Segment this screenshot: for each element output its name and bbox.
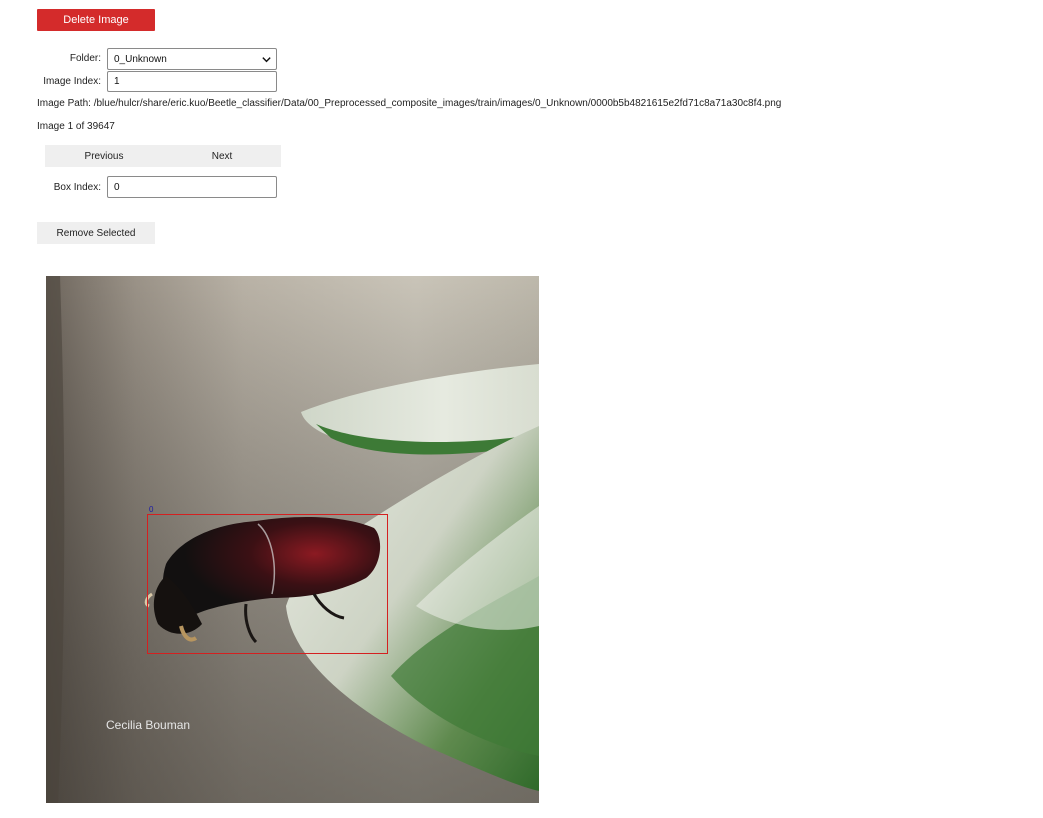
- photo-watermark: Cecilia Bouman: [106, 718, 191, 732]
- image-index-label: Image Index:: [43, 76, 101, 87]
- bounding-box[interactable]: [147, 514, 388, 654]
- image-index-input[interactable]: 1: [107, 71, 277, 92]
- previous-button[interactable]: Previous: [45, 145, 163, 167]
- navigation-bar: Previous Next: [45, 145, 281, 167]
- folder-select[interactable]: 0_Unknown: [107, 48, 277, 70]
- next-button[interactable]: Next: [163, 145, 281, 167]
- folder-select-value: 0_Unknown: [114, 53, 167, 65]
- image-path: Image Path: /blue/hulcr/share/eric.kuo/B…: [37, 98, 782, 109]
- box-index-input[interactable]: 0: [107, 176, 277, 198]
- bounding-box-label: 0: [149, 505, 154, 514]
- folder-label: Folder:: [69, 53, 101, 64]
- box-index-label: Box Index:: [53, 182, 101, 193]
- delete-image-button[interactable]: Delete Image: [37, 9, 155, 31]
- image-viewer[interactable]: 0 Cecilia Bouman: [46, 276, 539, 803]
- image-index-value: 1: [114, 76, 120, 87]
- box-index-value: 0: [114, 181, 120, 193]
- image-count: Image 1 of 39647: [37, 121, 115, 132]
- remove-selected-button[interactable]: Remove Selected: [37, 222, 155, 244]
- chevron-down-icon: [262, 57, 271, 63]
